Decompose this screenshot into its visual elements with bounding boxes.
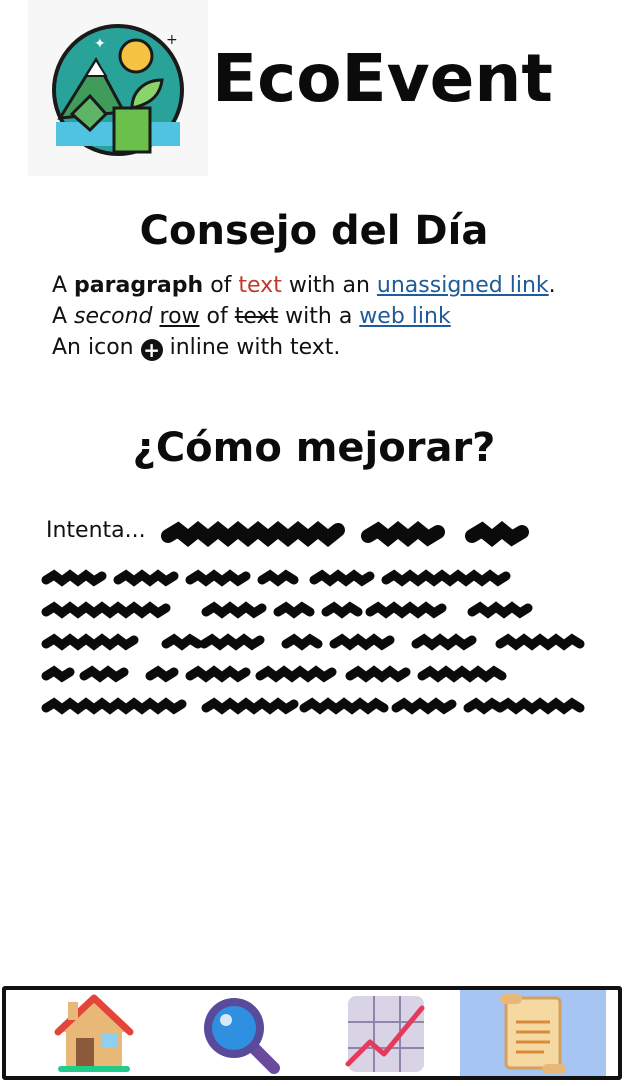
bottom-nav <box>2 986 622 1080</box>
scribble-word <box>199 633 265 651</box>
scribble-word <box>345 665 411 683</box>
scribble-word <box>463 697 505 715</box>
scribble-word <box>309 569 375 587</box>
scribble-word <box>201 601 267 619</box>
scribble-word <box>161 521 345 547</box>
scribble-word <box>41 633 139 651</box>
chart-icon <box>345 996 425 1072</box>
scribble-word <box>467 601 533 619</box>
scribble-word <box>495 697 585 715</box>
scribble-word <box>185 665 251 683</box>
scribble-word <box>201 697 299 715</box>
nav-item-search[interactable] <box>168 990 308 1076</box>
scribble-word <box>281 633 323 651</box>
scribble-word <box>381 569 511 587</box>
scribble-text-block <box>41 521 585 715</box>
scribble-word <box>465 521 529 547</box>
scribble-word <box>391 697 457 715</box>
scribble-word <box>411 633 477 651</box>
nav-item-home[interactable] <box>22 990 162 1076</box>
scribble-word <box>361 521 445 547</box>
nav-item-stats[interactable] <box>314 990 454 1076</box>
scribble-word <box>161 633 203 651</box>
scroll-icon <box>500 994 566 1074</box>
nav-item-notes[interactable] <box>460 990 606 1076</box>
scribble-word <box>41 697 187 715</box>
scribble-word <box>185 569 251 587</box>
scribble-word <box>321 601 363 619</box>
scribble-word <box>329 633 395 651</box>
scribble-word <box>113 569 179 587</box>
scribble-word <box>495 633 585 651</box>
scribble-word <box>257 569 299 587</box>
scribble-word <box>79 665 129 683</box>
magnifier-icon <box>204 998 280 1074</box>
home-icon <box>54 994 134 1072</box>
scribble-word <box>299 697 389 715</box>
scribble-word <box>145 665 179 683</box>
scribble-word <box>255 665 337 683</box>
scribble-word <box>273 601 315 619</box>
scribble-word <box>41 569 107 587</box>
scribble-word <box>41 665 75 683</box>
scribble-word <box>417 665 507 683</box>
scribble-word <box>41 601 171 619</box>
scribble-word <box>365 601 447 619</box>
